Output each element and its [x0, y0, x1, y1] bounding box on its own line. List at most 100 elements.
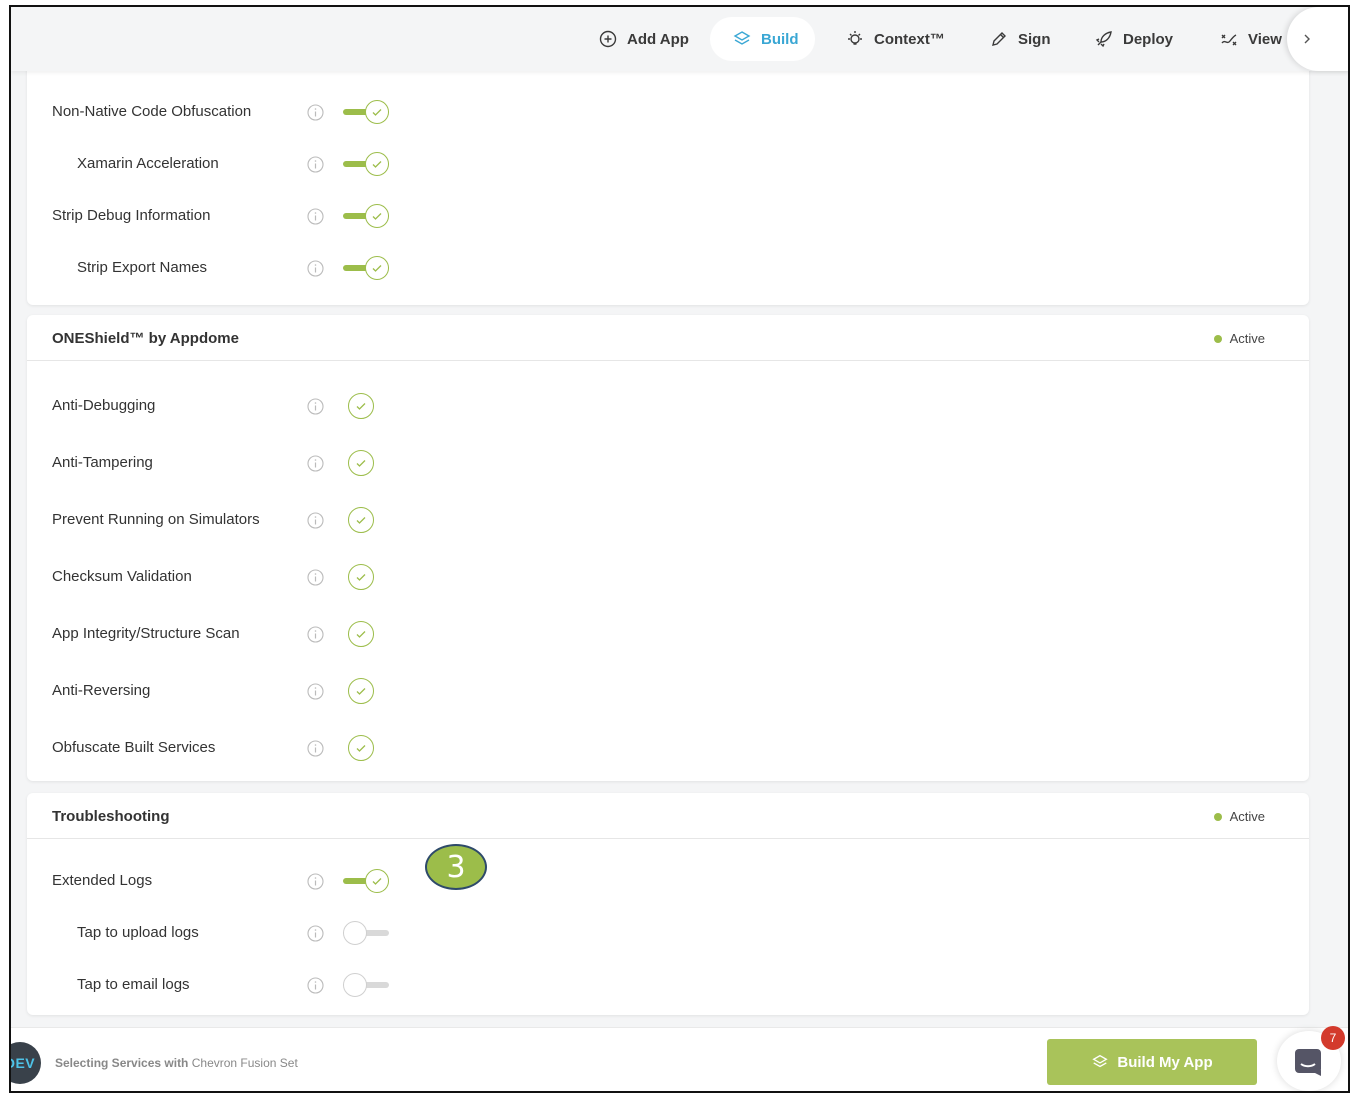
setting-row: Tap to email logs	[27, 970, 1309, 1000]
info-icon[interactable]	[307, 156, 324, 173]
check-icon	[356, 403, 366, 410]
nav-sign-label: Sign	[1018, 30, 1051, 48]
nav-deploy-label: Deploy	[1123, 30, 1174, 48]
info-icon[interactable]	[307, 398, 324, 415]
info-icon[interactable]	[307, 873, 324, 890]
setting-label: Non-Native Code Obfuscation	[52, 103, 252, 120]
setting-label: Extended Logs	[52, 872, 153, 889]
enabled-check	[348, 450, 374, 476]
card-header: Troubleshooting Active	[27, 793, 1309, 839]
setting-label: Strip Export Names	[77, 259, 208, 276]
status-text: Active	[1229, 809, 1265, 824]
route-icon	[1221, 34, 1237, 46]
setting-label: Strip Debug Information	[52, 207, 211, 224]
plus-circle-icon	[599, 30, 617, 48]
status-dot	[1213, 812, 1222, 821]
nav-view[interactable]: View	[1207, 17, 1294, 61]
info-icon[interactable]	[307, 104, 324, 121]
nav-add-app-label: Add App	[627, 30, 689, 48]
setting-row: Anti-Tampering	[27, 448, 1309, 478]
toggle-switch[interactable]	[343, 203, 391, 229]
step-annotation-badge: 3	[425, 844, 487, 890]
check-icon	[356, 745, 366, 752]
build-my-app-button[interactable]: Build My App	[1047, 1039, 1257, 1085]
enabled-check	[348, 678, 374, 704]
nav-view-label: View	[1248, 30, 1282, 48]
status-text: Active	[1229, 331, 1265, 346]
check-icon	[356, 631, 366, 638]
layers-icon	[1092, 1054, 1109, 1068]
setting-row: App Integrity/Structure Scan	[27, 619, 1309, 649]
check-icon	[356, 517, 366, 524]
setting-label: Tap to upload logs	[77, 924, 199, 941]
info-icon[interactable]	[307, 208, 324, 225]
info-icon[interactable]	[307, 626, 324, 643]
content-area: Non-Native Code Obfuscation Xamarin Acce…	[11, 61, 1348, 1027]
footer-status-text: Selecting Services with Chevron Fusion S…	[55, 1056, 298, 1070]
oneshield-card: ONEShield™ by Appdome Active Anti-Debugg…	[27, 315, 1309, 781]
setting-row: Extended Logs	[27, 866, 1309, 896]
nav-deploy[interactable]: Deploy	[1082, 17, 1185, 61]
footer-text-prefix: Selecting Services with	[55, 1056, 189, 1070]
setting-row: Obfuscate Built Services	[27, 733, 1309, 763]
setting-label: App Integrity/Structure Scan	[52, 625, 240, 642]
build-my-app-label: Build My App	[1117, 1053, 1213, 1071]
toggle-switch[interactable]	[343, 972, 391, 998]
rocket-icon	[1095, 31, 1112, 48]
info-icon[interactable]	[307, 740, 324, 757]
info-icon[interactable]	[307, 925, 324, 942]
check-icon	[356, 460, 366, 467]
toggle-switch[interactable]	[343, 255, 391, 281]
info-icon[interactable]	[307, 512, 324, 529]
setting-label: Tap to email logs	[77, 976, 190, 993]
toggle-switch[interactable]	[343, 151, 391, 177]
info-icon[interactable]	[307, 569, 324, 586]
nav-add-app[interactable]: Add App	[586, 17, 701, 61]
card-header: ONEShield™ by Appdome Active	[27, 315, 1309, 361]
setting-label: Anti-Tampering	[52, 454, 153, 471]
setting-row: Checksum Validation	[27, 562, 1309, 592]
nav-build-label: Build	[761, 30, 799, 48]
setting-label: Xamarin Acceleration	[77, 155, 219, 172]
nav-context-label: Context™	[874, 30, 945, 48]
setting-label: Anti-Reversing	[52, 682, 151, 699]
enabled-check	[348, 507, 374, 533]
setting-label: Anti-Debugging	[52, 397, 156, 414]
nav-sign[interactable]: Sign	[977, 17, 1063, 61]
card-title: Troubleshooting	[52, 808, 170, 825]
troubleshooting-card: Troubleshooting Active Extended Logs Tap…	[27, 793, 1309, 1015]
info-icon[interactable]	[307, 455, 324, 472]
setting-row: Anti-Debugging	[27, 391, 1309, 421]
check-icon	[372, 161, 382, 168]
check-icon	[372, 109, 382, 116]
setting-row: Tap to upload logs	[27, 918, 1309, 948]
check-icon	[372, 213, 382, 220]
card-title: ONEShield™ by Appdome	[52, 330, 239, 347]
layers-icon	[733, 31, 751, 45]
check-icon	[356, 574, 366, 581]
info-icon[interactable]	[307, 977, 324, 994]
status-badge: Active	[1213, 331, 1265, 346]
nav-build[interactable]: Build	[710, 17, 815, 61]
nav-more-button[interactable]	[1287, 7, 1348, 71]
environment-badge: DEV	[11, 1042, 41, 1084]
setting-row: Prevent Running on Simulators	[27, 505, 1309, 535]
toggle-switch[interactable]	[343, 920, 391, 946]
pen-icon	[992, 32, 1006, 46]
setting-row: Anti-Reversing	[27, 676, 1309, 706]
status-dot	[1213, 334, 1222, 343]
obfuscation-card: Non-Native Code Obfuscation Xamarin Acce…	[27, 61, 1309, 305]
enabled-check	[348, 735, 374, 761]
check-icon	[372, 265, 382, 272]
check-icon	[356, 688, 366, 695]
toggle-switch[interactable]	[343, 99, 391, 125]
info-icon[interactable]	[307, 260, 324, 277]
enabled-check	[348, 393, 374, 419]
setting-label: Checksum Validation	[52, 568, 192, 585]
chevron-right-icon	[1304, 34, 1310, 44]
toggle-switch[interactable]	[343, 868, 391, 894]
footer-fusion-set[interactable]: Chevron Fusion Set	[192, 1056, 298, 1070]
nav-context[interactable]: Context™	[833, 17, 957, 61]
info-icon[interactable]	[307, 683, 324, 700]
enabled-check	[348, 564, 374, 590]
